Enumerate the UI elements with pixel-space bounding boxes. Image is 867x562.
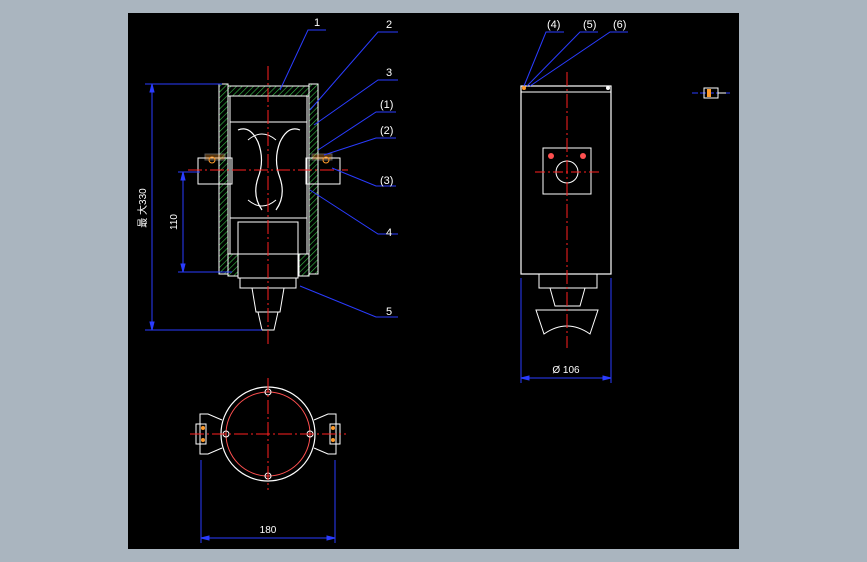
- label-part-sub3: (3): [380, 175, 393, 187]
- front-dimensions: [145, 83, 262, 331]
- bottom-flange-left: [227, 253, 239, 277]
- width-180-dimension: 180: [260, 525, 277, 536]
- bottom-flange-right: [298, 253, 310, 277]
- label-part-sub1: (1): [380, 99, 393, 111]
- side-view: [520, 72, 612, 348]
- label-part-sub5: (5): [583, 19, 596, 31]
- top-view: [190, 378, 346, 490]
- right-wall-hatch: [308, 83, 319, 275]
- label-part-sub4: (4): [547, 19, 560, 31]
- label-part-1: 1: [314, 17, 320, 29]
- drawing-canvas[interactable]: 最 大330 110 1 2 3 (1) (2) (3) 4 5 180 (4)…: [128, 13, 739, 549]
- label-part-sub2: (2): [380, 125, 393, 137]
- label-part-3: 3: [386, 67, 392, 79]
- diameter-dimension: Ø 106: [552, 365, 580, 376]
- side-view-body: [520, 85, 612, 275]
- label-part-2: 2: [386, 19, 392, 31]
- cad-drawing: 最 大330 110 1 2 3 (1) (2) (3) 4 5 180 (4)…: [136, 17, 732, 543]
- small-detail-part: [692, 87, 732, 99]
- left-wall-hatch: [218, 83, 229, 275]
- label-part-sub6: (6): [613, 19, 626, 31]
- front-section-view: [188, 66, 348, 345]
- cam-groove-right: [275, 128, 301, 211]
- cam-groove-left: [237, 128, 263, 211]
- total-height-dimension: 最 大330: [136, 188, 149, 228]
- height-110-dimension: 110: [169, 214, 180, 230]
- side-view-leaders: [523, 31, 628, 87]
- label-part-5: 5: [386, 306, 392, 318]
- label-part-4: 4: [386, 227, 392, 239]
